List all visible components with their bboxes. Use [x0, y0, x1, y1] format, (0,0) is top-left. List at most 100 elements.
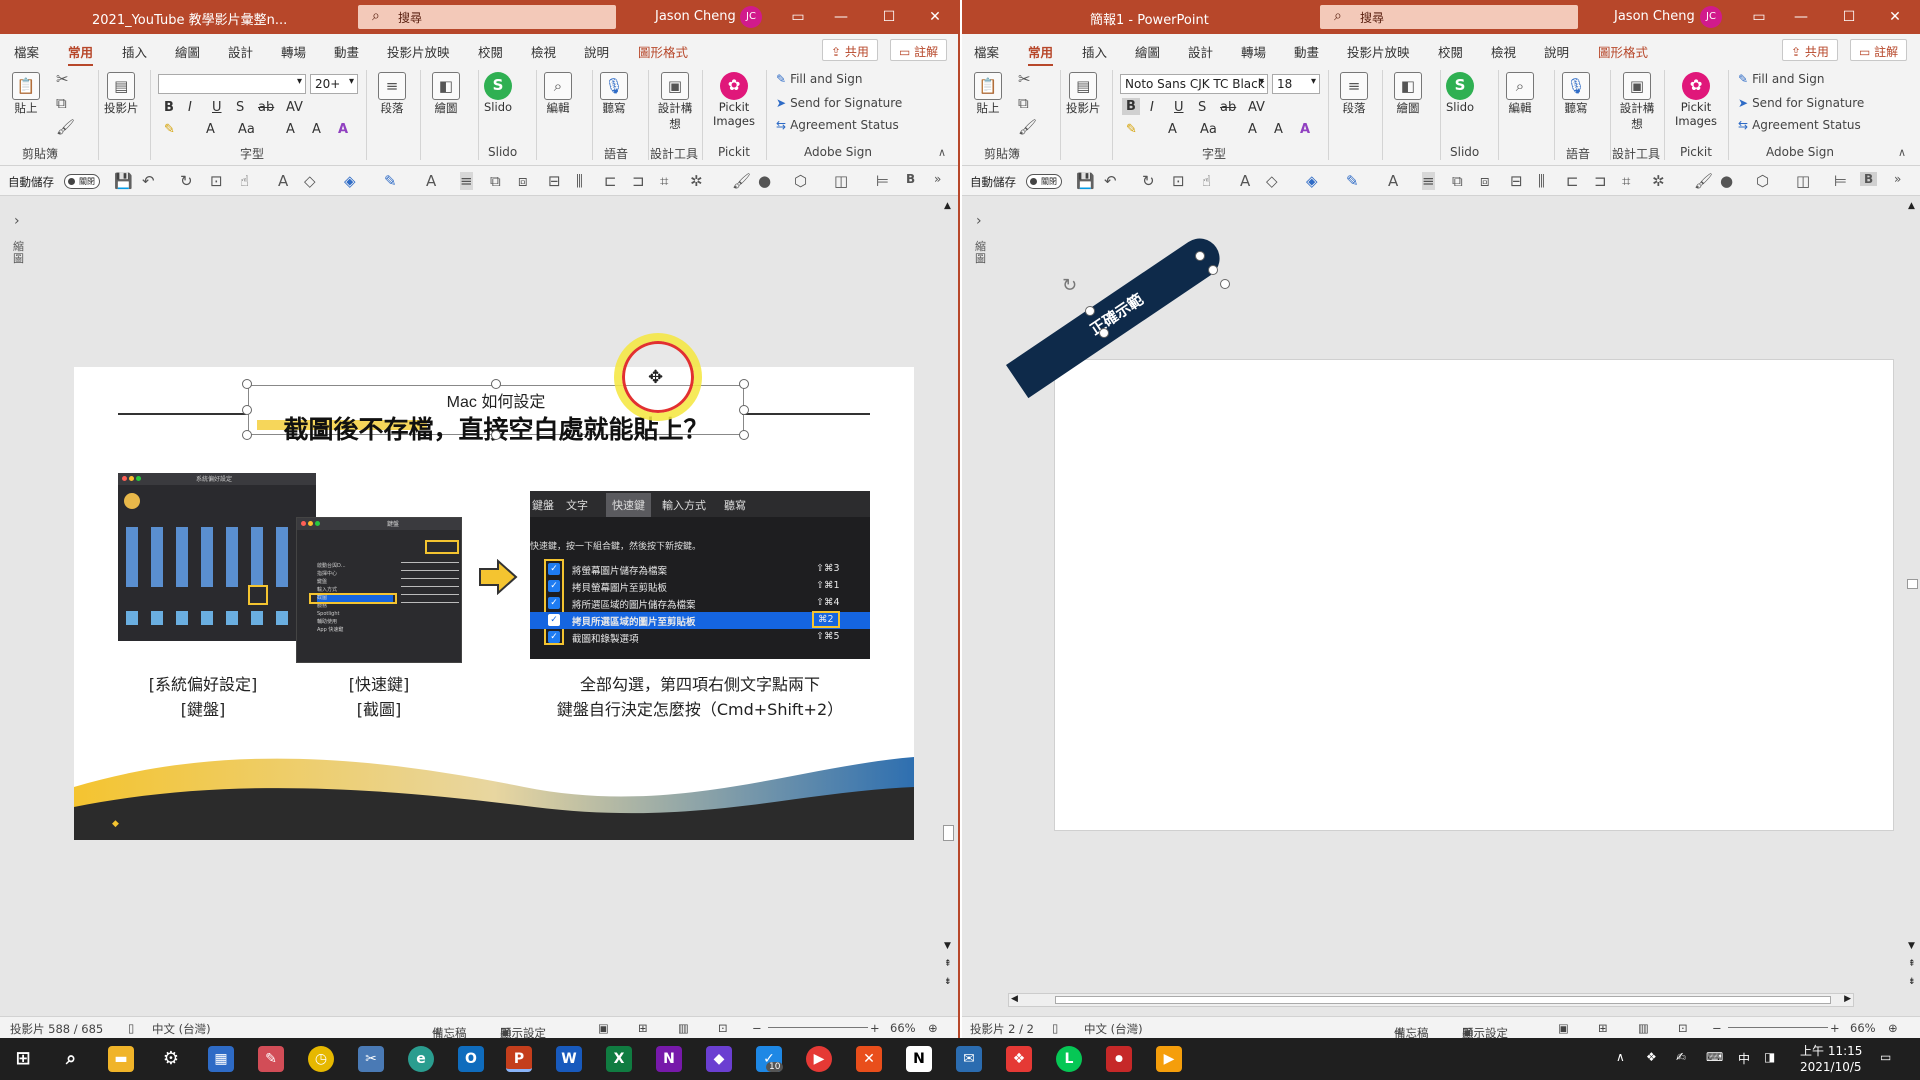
fit-slide-icon[interactable]: ⊕	[928, 1021, 938, 1035]
screen-recorder-icon[interactable]: ⏺	[1106, 1046, 1132, 1072]
tab-home[interactable]: 常用	[68, 42, 94, 67]
font-size-select[interactable]: 18 ▾	[1272, 74, 1320, 94]
zoom-in-icon[interactable]: +	[1830, 1021, 1840, 1035]
resize-handle[interactable]	[1208, 265, 1218, 275]
align-left-icon[interactable]: ⊨	[876, 172, 889, 190]
agreement-status-button[interactable]: ⇆ Agreement Status	[776, 118, 899, 132]
accessibility-icon[interactable]: ▯	[128, 1021, 134, 1035]
cut-icon[interactable]: ✂	[56, 70, 69, 88]
char-spacing-button[interactable]: AV	[286, 100, 303, 115]
underline-button[interactable]: U	[1174, 100, 1184, 115]
tab-animations[interactable]: 動畫	[1294, 42, 1319, 61]
resize-handle[interactable]	[1195, 251, 1205, 261]
autosave-toggle[interactable]: 關閉	[1026, 174, 1062, 189]
undo-icon[interactable]: ↶	[142, 172, 155, 190]
previous-slide-icon[interactable]: ⇞	[944, 959, 952, 969]
resize-handle[interactable]	[242, 430, 252, 440]
change-case-button[interactable]: Aa	[1200, 122, 1217, 137]
autosave-toggle[interactable]: 關閉	[64, 174, 100, 189]
windows-start-icon[interactable]: ⊞	[10, 1046, 36, 1072]
resize-handle[interactable]	[1220, 279, 1230, 289]
normal-view-icon[interactable]: ▣	[598, 1021, 609, 1035]
font-color-icon[interactable]: A	[426, 172, 436, 190]
obsidian-icon[interactable]: ◆	[706, 1046, 732, 1072]
highlight-icon[interactable]: ✎	[164, 122, 175, 137]
h-scroll-thumb[interactable]	[1055, 996, 1831, 1004]
tab-view[interactable]: 檢視	[531, 42, 556, 61]
document-title[interactable]: 簡報1 - PowerPoint	[1090, 9, 1209, 28]
dropbox-icon[interactable]: ❖	[1646, 1050, 1657, 1064]
powerpoint-icon[interactable]: P	[506, 1046, 532, 1072]
change-case-button[interactable]: Aa	[238, 122, 255, 137]
grow-font-button[interactable]: A	[286, 122, 295, 137]
search-box[interactable]: ⌕ 搜尋	[358, 5, 616, 29]
reading-view-icon[interactable]: ▥	[678, 1021, 689, 1035]
group-icon[interactable]: ⧉	[1452, 172, 1463, 190]
align-icon[interactable]: ⊟	[548, 172, 561, 190]
avatar[interactable]: JC	[1700, 6, 1722, 28]
notification-icon[interactable]: ▭	[1880, 1050, 1891, 1064]
ribbon-display-icon[interactable]: ▭	[1746, 5, 1772, 29]
send-for-signature-button[interactable]: ➤ Send for Signature	[1738, 96, 1864, 110]
pdf-app-icon[interactable]: ✕	[856, 1046, 882, 1072]
outlook-icon[interactable]: O	[458, 1046, 484, 1072]
redo-icon[interactable]: ↻	[180, 172, 193, 190]
shape-style-icon[interactable]: ●	[1720, 172, 1733, 190]
scroll-down-icon[interactable]: ▼	[944, 941, 951, 951]
document-title[interactable]: 2021_YouTube 教學影片彙整n...	[92, 9, 287, 28]
tab-slideshow[interactable]: 投影片放映	[387, 42, 450, 61]
resize-handle[interactable]	[491, 379, 501, 389]
tab-help[interactable]: 說明	[584, 42, 609, 61]
search-icon[interactable]: ⌕	[58, 1046, 84, 1072]
pen-tray-icon[interactable]: ✍	[1676, 1050, 1686, 1064]
align-center-icon[interactable]: ≡	[1422, 172, 1435, 190]
editing-button[interactable]: ⌕ 編輯	[544, 72, 572, 116]
char-spacing-button[interactable]: AV	[1248, 100, 1265, 115]
snipping-tool-icon[interactable]: ✂	[358, 1046, 384, 1072]
textbox-icon[interactable]: A	[1240, 172, 1250, 190]
crop-icon[interactable]: ⌗	[660, 172, 668, 190]
excel-icon[interactable]: X	[606, 1046, 632, 1072]
scroll-thumb[interactable]	[1907, 579, 1918, 589]
previous-slide-icon[interactable]: ⇞	[1908, 959, 1916, 969]
scroll-right-icon[interactable]: ▶	[1844, 994, 1851, 1004]
current-slide[interactable]: Mac 如何設定 截圖後不存檔，直接空白處就能貼上？ ↻ 系統偏好設定	[74, 367, 914, 840]
slideshow-icon[interactable]: ⊡	[718, 1021, 728, 1035]
comments-button[interactable]: ▭ 註解	[890, 39, 948, 61]
send-for-signature-button[interactable]: ➤ Send for Signature	[776, 96, 902, 110]
ime-mode-icon[interactable]: ◨	[1764, 1050, 1775, 1064]
tab-draw[interactable]: 繪圖	[175, 42, 200, 61]
scroll-down-icon[interactable]: ▼	[1908, 941, 1915, 951]
close-button[interactable]: ✕	[1882, 5, 1908, 29]
undo-icon[interactable]: ↶	[1104, 172, 1117, 190]
vertical-scrollbar[interactable]: ▲ ▼ ⇞ ⇟	[1906, 197, 1920, 1017]
italic-button[interactable]: I	[188, 100, 192, 115]
touch-mode-icon[interactable]: ☝	[240, 172, 249, 190]
next-slide-icon[interactable]: ⇟	[944, 977, 952, 987]
language-status[interactable]: 中文 (台灣)	[152, 1021, 211, 1037]
effects-icon[interactable]: ✲	[690, 172, 703, 190]
keyboard-icon[interactable]: ⌨	[1706, 1050, 1723, 1064]
font-size-select[interactable]: 20+ ▾	[310, 74, 358, 94]
slide-sorter-icon[interactable]: ⊞	[1598, 1021, 1608, 1035]
save-icon[interactable]: 💾	[114, 172, 133, 190]
format-painter-icon[interactable]: 🖌	[1018, 118, 1037, 136]
tab-review[interactable]: 校閱	[1438, 42, 1463, 61]
minimize-button[interactable]: —	[828, 5, 854, 29]
tab-file[interactable]: 檔案	[14, 42, 39, 61]
clock-date[interactable]: 2021/10/5	[1800, 1060, 1862, 1074]
share-button[interactable]: ⇪ 共用	[1782, 39, 1838, 61]
tab-view[interactable]: 檢視	[1491, 42, 1516, 61]
dictate-button[interactable]: 🎙 聽寫	[1562, 72, 1590, 116]
font-name-select[interactable]: ▾	[158, 74, 306, 94]
pickit-button[interactable]: ✿ Pickit Images	[708, 72, 760, 128]
resize-handle[interactable]	[739, 405, 749, 415]
zoom-level[interactable]: 66%	[890, 1021, 916, 1035]
slido-button[interactable]: S Slido	[484, 72, 512, 114]
editing-button[interactable]: ⌕ 編輯	[1506, 72, 1534, 116]
tab-help[interactable]: 說明	[1544, 42, 1569, 61]
line-icon[interactable]: L	[1056, 1046, 1082, 1072]
tab-transitions[interactable]: 轉場	[281, 42, 306, 61]
arrange-icon[interactable]: ⬡	[1756, 172, 1769, 190]
share-button[interactable]: ⇪ 共用	[822, 39, 878, 61]
